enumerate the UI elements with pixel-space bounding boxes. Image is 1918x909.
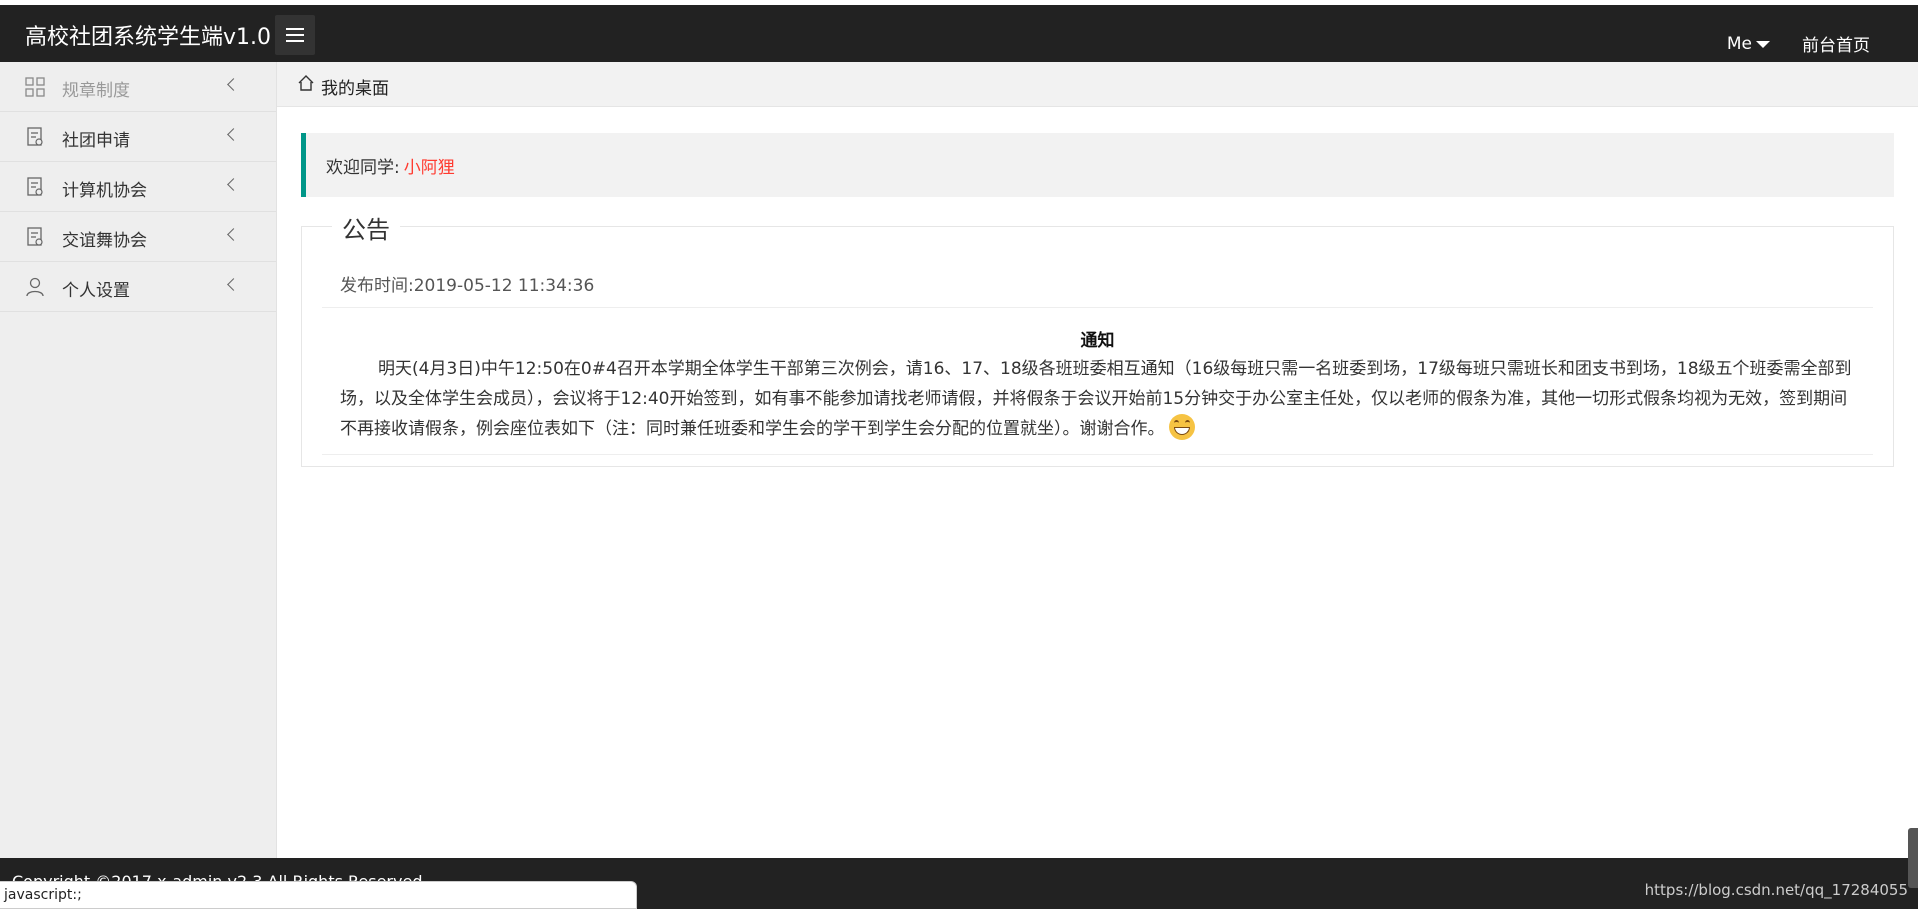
user-icon xyxy=(26,277,44,297)
sidebar-item-rules[interactable]: 规章制度 xyxy=(0,62,276,112)
caret-down-icon xyxy=(1756,41,1770,48)
top-header: 高校社团系统学生端v1.0 Me 前台首页 xyxy=(0,5,1918,62)
watermark-text: https://blog.csdn.net/qq_17284055 xyxy=(1644,881,1908,899)
divider xyxy=(322,454,1873,455)
sidebar-item-label: 交谊舞协会 xyxy=(62,231,147,251)
announcement-legend: 公告 xyxy=(332,210,400,245)
breadcrumb-tab-desktop[interactable]: 我的桌面 xyxy=(321,74,389,99)
browser-status-bar: javascript:; xyxy=(0,881,637,909)
sidebar-item-computer-club[interactable]: 计算机协会 xyxy=(0,162,276,212)
divider xyxy=(322,307,1873,308)
notice-body-text: 明天(4月3日)中午12:50在0#4召开本学期全体学生干部第三次例会，请16、… xyxy=(340,359,1852,439)
publish-time: 发布时间:2019-05-12 11:34:36 xyxy=(340,276,595,296)
scrollbar-handle[interactable] xyxy=(1908,828,1918,888)
menu-toggle-button[interactable] xyxy=(275,15,315,55)
document-icon xyxy=(27,227,43,246)
chevron-left-icon xyxy=(227,128,240,141)
notice-body: 明天(4月3日)中午12:50在0#4召开本学期全体学生干部第三次例会，请16、… xyxy=(340,354,1860,444)
sidebar: 规章制度 社团申请 计算机协会 交谊舞协会 个人设置 xyxy=(0,62,277,858)
sidebar-item-label: 计算机协会 xyxy=(62,181,147,201)
status-url: javascript:; xyxy=(4,887,82,903)
me-label: Me xyxy=(1726,33,1752,54)
home-icon xyxy=(298,75,314,91)
hamburger-icon xyxy=(286,28,304,42)
welcome-banner: 欢迎同学: 小阿狸 xyxy=(301,133,1894,197)
document-icon xyxy=(27,127,43,146)
me-dropdown[interactable]: Me xyxy=(1727,31,1770,56)
app-title: 高校社团系统学生端v1.0 xyxy=(25,25,272,50)
breadcrumb: 我的桌面 xyxy=(277,62,1918,107)
announcement-panel: 公告 发布时间:2019-05-12 11:34:36 通知 明天(4月3日)中… xyxy=(301,210,1894,467)
grid-icon xyxy=(25,77,45,97)
sidebar-item-club-apply[interactable]: 社团申请 xyxy=(0,112,276,162)
header-nav: Me 前台首页 xyxy=(1727,31,1870,57)
welcome-text: 欢迎同学: 小阿狸 xyxy=(326,153,455,178)
sidebar-item-label: 社团申请 xyxy=(62,131,130,151)
sidebar-item-label: 规章制度 xyxy=(62,81,130,101)
student-name: 小阿狸 xyxy=(403,158,455,178)
sidebar-item-personal-settings[interactable]: 个人设置 xyxy=(0,262,276,312)
chevron-left-icon xyxy=(227,278,240,291)
app-root: 高校社团系统学生端v1.0 Me 前台首页 规章制度 社团申请 计算机协会 交谊… xyxy=(0,0,1918,909)
sidebar-item-label: 个人设置 xyxy=(62,281,130,301)
chevron-left-icon xyxy=(227,178,240,191)
chevron-left-icon xyxy=(227,228,240,241)
chevron-left-icon xyxy=(227,78,240,91)
sidebar-item-dance-club[interactable]: 交谊舞协会 xyxy=(0,212,276,262)
document-icon xyxy=(27,177,43,196)
notice-title: 通知 xyxy=(1080,331,1115,351)
grinning-face-icon xyxy=(1168,414,1195,440)
welcome-prefix: 欢迎同学: xyxy=(326,158,400,178)
frontpage-link[interactable]: 前台首页 xyxy=(1802,31,1870,56)
